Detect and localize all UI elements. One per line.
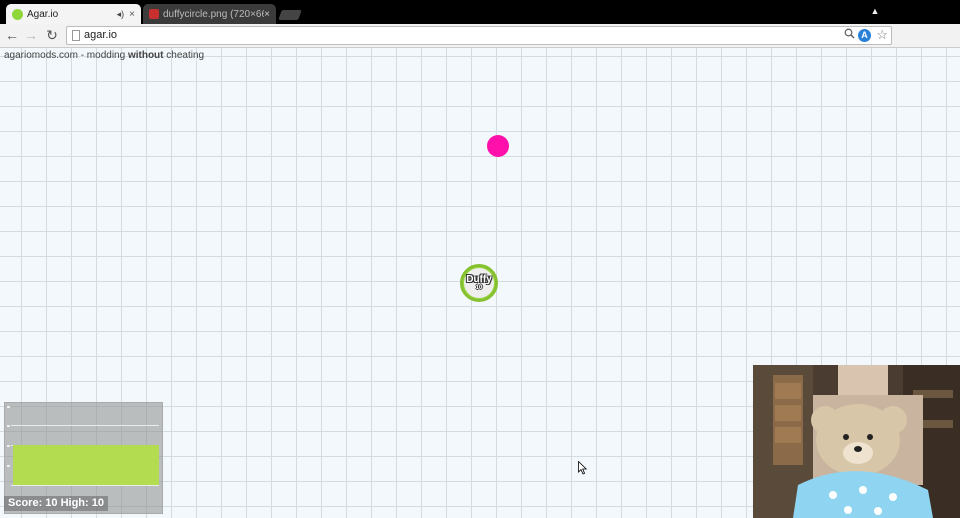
mouse-cursor-icon <box>578 461 588 475</box>
webcam-overlay <box>753 365 960 518</box>
graph-gridline <box>11 425 159 426</box>
graph-gridline <box>11 485 159 486</box>
extension-a-icon[interactable]: A <box>858 29 871 42</box>
tab-close-icon[interactable]: × <box>264 9 270 20</box>
audio-playing-icon[interactable]: ◂) <box>117 9 125 20</box>
tab-duffycircle[interactable]: duffycircle.png (720×661) × <box>143 4 276 24</box>
graph-tick <box>7 465 10 467</box>
tab-strip: Agar.io ◂) × duffycircle.png (720×661) ×… <box>0 0 960 24</box>
score-graph-fill <box>13 445 159 485</box>
graph-tick <box>7 445 10 447</box>
address-url[interactable]: agar.io <box>84 29 117 41</box>
address-bar[interactable]: agar.io A ☆ <box>66 26 892 45</box>
reload-button[interactable]: ↻ <box>43 26 61 44</box>
tab-title: Agar.io <box>27 8 59 20</box>
bookmark-star-icon[interactable]: ☆ <box>876 27 888 43</box>
graph-tick <box>7 406 10 408</box>
zoom-icon[interactable] <box>844 28 855 42</box>
player-cell: Duffy 10 <box>460 264 498 302</box>
player-skin: Duffy 10 <box>464 268 494 298</box>
back-button[interactable]: ← <box>3 26 21 44</box>
pink-cell <box>487 135 509 157</box>
mod-banner: agariomods.com - modding without cheatin… <box>4 50 205 61</box>
browser-toolbar: ← → ↻ agar.io A ☆ ≡ <box>0 24 960 66</box>
forward-button[interactable]: → <box>22 26 40 44</box>
new-tab-button[interactable] <box>278 10 302 20</box>
agario-favicon-icon <box>12 8 23 20</box>
profile-icon[interactable]: ▲ <box>869 5 881 17</box>
tab-close-icon[interactable]: × <box>129 9 135 20</box>
player-mass: 10 <box>475 284 483 291</box>
page-icon <box>72 30 80 41</box>
webcam-feed <box>753 365 960 518</box>
graph-tick <box>7 425 10 427</box>
score-label: Score: 10 High: 10 <box>4 496 108 511</box>
tab-title: duffycircle.png (720×661) <box>163 8 264 20</box>
tab-agario[interactable]: Agar.io ◂) × <box>6 4 141 24</box>
player-name: Duffy <box>466 273 492 285</box>
image-favicon-icon <box>149 9 159 19</box>
